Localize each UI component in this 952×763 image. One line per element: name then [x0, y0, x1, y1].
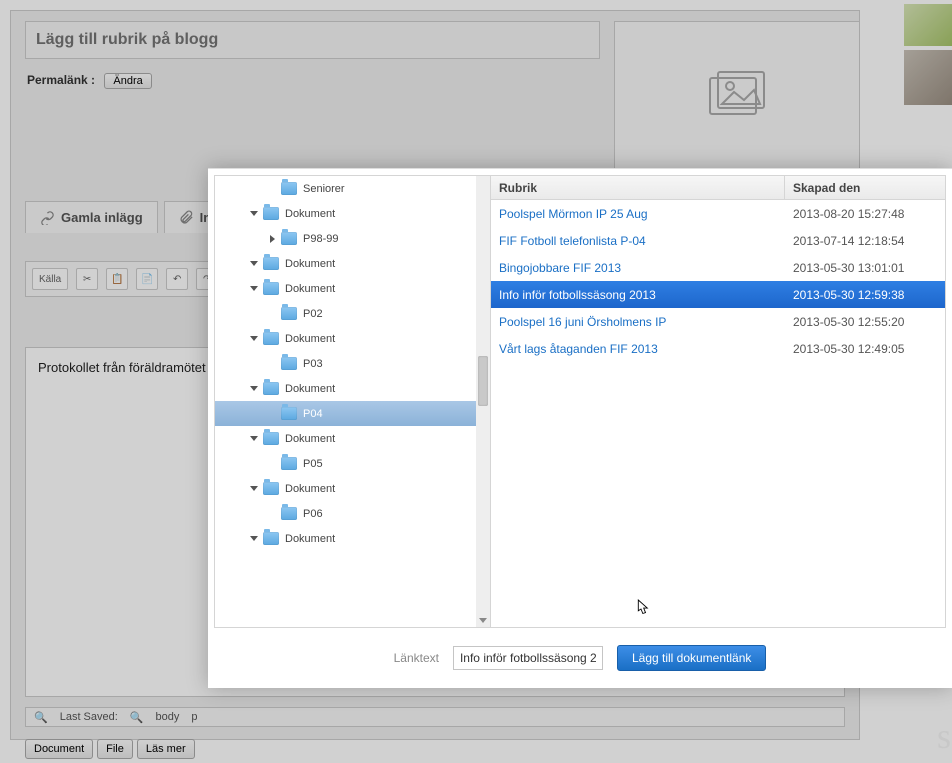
disclosure-none: [267, 509, 277, 519]
tree-item[interactable]: Dokument: [215, 276, 476, 301]
list-row[interactable]: Info inför fotbollssäsong 20132013-05-30…: [491, 281, 945, 308]
tree-item[interactable]: P02: [215, 301, 476, 326]
tree-item-label: P06: [303, 508, 323, 520]
row-date: 2013-07-14 12:18:54: [785, 234, 945, 248]
chevron-down-icon[interactable]: [249, 484, 259, 494]
dialog-body: Seniorer Dokument P98-99 Dokument Dokument P0…: [214, 175, 946, 628]
folder-icon: [263, 382, 279, 395]
document-list-panel: Rubrik Skapad den Poolspel Mörmon IP 25 …: [490, 176, 945, 627]
disclosure-none: [267, 459, 277, 469]
list-row[interactable]: FIF Fotboll telefonlista P-042013-07-14 …: [491, 227, 945, 254]
folder-icon: [263, 257, 279, 270]
row-date: 2013-05-30 12:55:20: [785, 315, 945, 329]
add-document-link-button[interactable]: Lägg till dokumentlänk: [617, 645, 766, 671]
tree-item-label: P04: [303, 408, 323, 420]
folder-icon: [281, 507, 297, 520]
list-row[interactable]: Bingojobbare FIF 20132013-05-30 13:01:01: [491, 254, 945, 281]
folder-icon: [263, 532, 279, 545]
tree-item[interactable]: Seniorer: [215, 176, 476, 201]
row-title: Poolspel Mörmon IP 25 Aug: [491, 207, 785, 221]
scrollbar-thumb[interactable]: [478, 356, 488, 406]
disclosure-none: [267, 309, 277, 319]
tree-scrollbar[interactable]: [476, 176, 490, 627]
chevron-down-icon[interactable]: [249, 284, 259, 294]
folder-icon: [281, 457, 297, 470]
tree-item[interactable]: Dokument: [215, 376, 476, 401]
linktext-input[interactable]: [453, 646, 603, 670]
folder-icon: [281, 407, 297, 420]
col-title-header[interactable]: Rubrik: [491, 176, 785, 199]
chevron-down-icon[interactable]: [249, 534, 259, 544]
tree-item[interactable]: Dokument: [215, 326, 476, 351]
row-date: 2013-05-30 12:49:05: [785, 342, 945, 356]
dialog-footer: Länktext Lägg till dokumentlänk: [208, 628, 952, 688]
folder-icon: [263, 482, 279, 495]
folder-icon: [281, 182, 297, 195]
tree-item-label: P05: [303, 458, 323, 470]
tree-item-label: Dokument: [285, 333, 335, 345]
folder-icon: [281, 307, 297, 320]
chevron-down-icon[interactable]: [249, 334, 259, 344]
folder-icon: [281, 232, 297, 245]
folder-icon: [263, 432, 279, 445]
tree-item-label: Dokument: [285, 483, 335, 495]
tree-item-label: Dokument: [285, 533, 335, 545]
disclosure-none: [267, 359, 277, 369]
disclosure-none: [267, 184, 277, 194]
tree-item-label: Seniorer: [303, 183, 345, 195]
list-row[interactable]: Poolspel Mörmon IP 25 Aug2013-08-20 15:2…: [491, 200, 945, 227]
tree-item-label: Dokument: [285, 433, 335, 445]
document-list[interactable]: Poolspel Mörmon IP 25 Aug2013-08-20 15:2…: [491, 200, 945, 627]
linktext-label: Länktext: [394, 651, 439, 665]
tree-item[interactable]: Dokument: [215, 476, 476, 501]
tree-item[interactable]: P03: [215, 351, 476, 376]
scrollbar-down-icon[interactable]: [476, 613, 490, 627]
folder-icon: [263, 207, 279, 220]
row-title: Vårt lags åtaganden FIF 2013: [491, 342, 785, 356]
folder-tree[interactable]: Seniorer Dokument P98-99 Dokument Dokument P0…: [215, 176, 476, 627]
tree-item[interactable]: Dokument: [215, 251, 476, 276]
row-title: FIF Fotboll telefonlista P-04: [491, 234, 785, 248]
folder-icon: [263, 282, 279, 295]
row-title: Bingojobbare FIF 2013: [491, 261, 785, 275]
row-date: 2013-05-30 13:01:01: [785, 261, 945, 275]
tree-item[interactable]: Dokument: [215, 426, 476, 451]
tree-item-label: Dokument: [285, 283, 335, 295]
brand-mark: s: [937, 715, 952, 757]
row-title: Info inför fotbollssäsong 2013: [491, 288, 785, 302]
folder-icon: [263, 332, 279, 345]
row-title: Poolspel 16 juni Örsholmens IP: [491, 315, 785, 329]
row-date: 2013-08-20 15:27:48: [785, 207, 945, 221]
chevron-down-icon[interactable]: [249, 209, 259, 219]
folder-tree-panel: Seniorer Dokument P98-99 Dokument Dokument P0…: [215, 176, 490, 627]
chevron-down-icon[interactable]: [249, 434, 259, 444]
list-header: Rubrik Skapad den: [491, 176, 945, 200]
tree-item-label: P03: [303, 358, 323, 370]
tree-item[interactable]: P06: [215, 501, 476, 526]
tree-item[interactable]: P04: [215, 401, 476, 426]
tree-item-label: Dokument: [285, 208, 335, 220]
chevron-down-icon[interactable]: [249, 384, 259, 394]
tree-item[interactable]: Dokument: [215, 201, 476, 226]
document-link-dialog: Seniorer Dokument P98-99 Dokument Dokument P0…: [208, 168, 952, 688]
disclosure-none: [267, 409, 277, 419]
tree-item[interactable]: P98-99: [215, 226, 476, 251]
list-row[interactable]: Poolspel 16 juni Örsholmens IP2013-05-30…: [491, 308, 945, 335]
tree-item[interactable]: P05: [215, 451, 476, 476]
folder-icon: [281, 357, 297, 370]
col-date-header[interactable]: Skapad den: [785, 181, 945, 195]
tree-item-label: P02: [303, 308, 323, 320]
tree-item-label: Dokument: [285, 258, 335, 270]
chevron-right-icon[interactable]: [267, 234, 277, 244]
tree-item[interactable]: Dokument: [215, 526, 476, 551]
row-date: 2013-05-30 12:59:38: [785, 288, 945, 302]
list-row[interactable]: Vårt lags åtaganden FIF 20132013-05-30 1…: [491, 335, 945, 362]
tree-item-label: Dokument: [285, 383, 335, 395]
chevron-down-icon[interactable]: [249, 259, 259, 269]
tree-item-label: P98-99: [303, 233, 338, 245]
